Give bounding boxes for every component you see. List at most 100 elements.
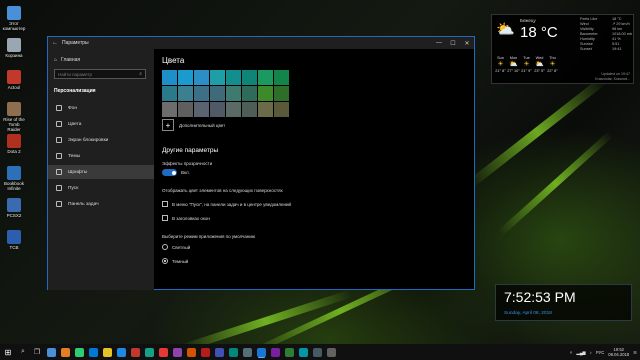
color-swatch[interactable] [178, 70, 193, 85]
network-icon[interactable]: ▂▄▆ [576, 350, 585, 355]
wallpaper-slash [467, 76, 607, 189]
desktop-icon[interactable]: TCB [2, 230, 26, 250]
desktop-icon-label: Actool [7, 85, 21, 90]
partly-cloudy-icon: ⛅ [496, 21, 515, 38]
checkbox-box[interactable] [162, 215, 168, 221]
taskbar-app-icon[interactable] [214, 347, 224, 357]
sidebar-item-icon [56, 169, 62, 175]
color-swatch[interactable] [258, 86, 273, 101]
clock-time: 7:52:53 PM [504, 289, 576, 305]
search-box[interactable]: ⌕ [54, 69, 146, 79]
desktop-icon[interactable]: Actool [2, 70, 26, 90]
checkbox-start-taskbar[interactable]: В меню "Пуск", на панели задач и в центр… [162, 201, 291, 207]
radio-light[interactable]: Светлый [162, 244, 190, 250]
color-swatch[interactable] [242, 86, 257, 101]
custom-color-button[interactable]: + Дополнительный цвет [162, 119, 225, 131]
desktop-icon[interactable]: Корзина [2, 38, 26, 58]
color-swatch[interactable] [210, 70, 225, 85]
clock-widget[interactable]: 7:52:53 PM Sunday, April 08, 2018 [495, 284, 632, 321]
search-icon[interactable]: ⌕ [16, 344, 30, 360]
taskbar-app-icon[interactable] [144, 347, 154, 357]
taskbar-app-icon[interactable] [74, 347, 84, 357]
color-swatch[interactable] [194, 86, 209, 101]
color-swatch[interactable] [210, 102, 225, 117]
color-swatch[interactable] [162, 102, 177, 117]
taskbar-app-icon[interactable] [284, 347, 294, 357]
taskbar-app-icon[interactable] [298, 347, 308, 357]
color-swatch[interactable] [258, 102, 273, 117]
color-swatch[interactable] [194, 70, 209, 85]
color-swatch[interactable] [242, 70, 257, 85]
minimize-button[interactable]: — [432, 40, 446, 46]
radio-dark-circle[interactable] [162, 258, 168, 264]
weather-icon: ☀ [523, 61, 530, 68]
close-button[interactable]: ✕ [460, 40, 474, 47]
sidebar-item[interactable]: Фон [48, 101, 154, 115]
weather-footer: Updated on 19:47 Krasnodar, Krasnod... [595, 72, 630, 81]
notification-icon[interactable]: ☰ [633, 350, 637, 355]
transparency-toggle[interactable] [162, 169, 177, 176]
taskbar-app-icon[interactable] [312, 347, 322, 357]
color-swatch[interactable] [226, 102, 241, 117]
taskbar-app-icon[interactable] [256, 347, 266, 357]
volume-icon[interactable]: ♪ [590, 350, 592, 355]
app-mode-label: Выберите режим приложения по умолчанию [162, 234, 256, 239]
sidebar-item[interactable]: Пуск [48, 181, 154, 195]
taskbar-app-icon[interactable] [200, 347, 210, 357]
sidebar-item-icon [56, 105, 62, 111]
taskbar-app-icon[interactable] [158, 347, 168, 357]
search-input[interactable] [55, 71, 140, 77]
sidebar-item[interactable]: Панель задач [48, 197, 154, 211]
color-swatch[interactable] [274, 70, 289, 85]
taskbar-app-icon[interactable] [326, 347, 336, 357]
color-swatch[interactable] [178, 102, 193, 117]
task-view-icon[interactable]: ❐ [30, 344, 44, 360]
radio-dark[interactable]: Темный [162, 258, 188, 264]
color-swatch[interactable] [162, 70, 177, 85]
desktop-icon-label: Корзина [5, 53, 23, 58]
sidebar-item[interactable]: Экран блокировки [48, 133, 154, 147]
sidebar-home[interactable]: ⌂ Главная [54, 57, 80, 63]
weather-widget[interactable]: ⛅ Бежецу 18 °C Feels Like 18 °C Wind ↗ 29 k… [491, 14, 634, 84]
desktop-icon[interactable]: Rise of the Tomb Raider [2, 102, 26, 132]
taskbar-app-icon[interactable] [270, 347, 280, 357]
sidebar-item[interactable]: Темы [48, 149, 154, 163]
desktop-icon[interactable]: PCSX2 [2, 198, 26, 218]
taskbar-app-icon[interactable] [242, 347, 252, 357]
tray-clock[interactable]: 19:52 08.04.2018 [608, 347, 629, 357]
maximize-button[interactable]: ☐ [446, 40, 460, 47]
color-swatch[interactable] [226, 70, 241, 85]
taskbar-app-icon[interactable] [186, 347, 196, 357]
sidebar-item[interactable]: Цвета [48, 117, 154, 131]
taskbar-app-icon[interactable] [228, 347, 238, 357]
taskbar-app-icon[interactable] [88, 347, 98, 357]
color-swatch[interactable] [210, 86, 225, 101]
taskbar-app-icon[interactable] [130, 347, 140, 357]
checkbox-box[interactable] [162, 201, 168, 207]
radio-light-circle[interactable] [162, 244, 168, 250]
tray-chevron-icon[interactable]: ˄ [570, 350, 572, 355]
desktop-icon[interactable]: Этот компьютер [2, 6, 26, 31]
taskbar-app-icon[interactable] [102, 347, 112, 357]
sidebar-item-label: Панель задач [68, 201, 99, 207]
color-swatch[interactable] [274, 86, 289, 101]
desktop-icon[interactable]: Bookbook Infinite [2, 166, 26, 191]
taskbar-app-icon[interactable] [60, 347, 70, 357]
sidebar-item-icon [56, 137, 62, 143]
color-swatch[interactable] [242, 102, 257, 117]
taskbar-app-icon[interactable] [116, 347, 126, 357]
taskbar-app-icon[interactable] [46, 347, 56, 357]
color-swatch[interactable] [258, 70, 273, 85]
color-swatch[interactable] [226, 86, 241, 101]
sidebar-item[interactable]: Шрифты [48, 165, 154, 179]
checkbox-titlebars[interactable]: В заголовках окон [162, 215, 210, 221]
language-indicator[interactable]: РУС [596, 350, 604, 355]
color-swatch[interactable] [178, 86, 193, 101]
color-swatch[interactable] [274, 102, 289, 117]
start-button[interactable]: ⊞ [0, 348, 16, 357]
color-swatch[interactable] [194, 102, 209, 117]
color-swatch[interactable] [162, 86, 177, 101]
back-arrow-icon[interactable]: ← [48, 40, 62, 46]
desktop-icon[interactable]: Dota 2 [2, 134, 26, 154]
taskbar-app-icon[interactable] [172, 347, 182, 357]
